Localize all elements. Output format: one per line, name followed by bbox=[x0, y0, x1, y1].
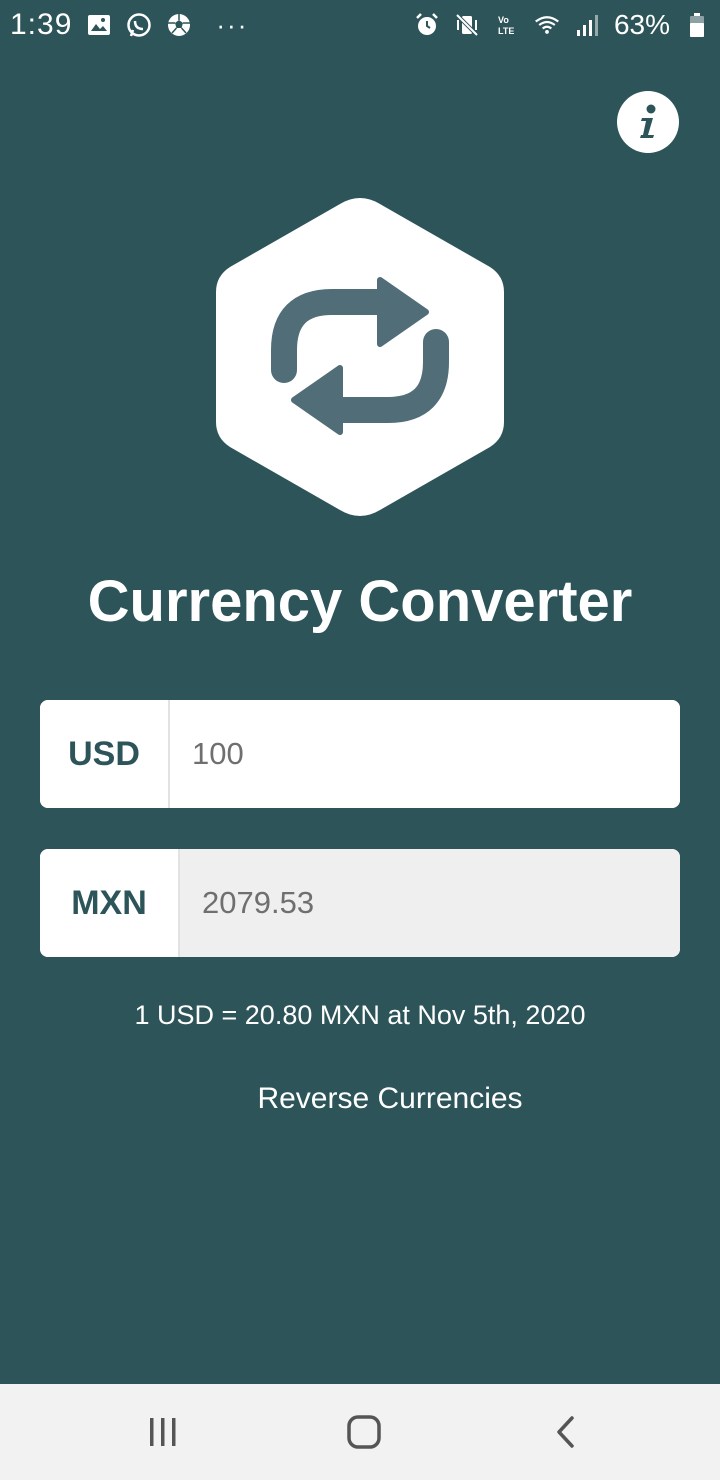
status-left: 1:39 ··· bbox=[10, 8, 248, 42]
from-amount-input[interactable] bbox=[170, 700, 680, 808]
battery-percent: 63% bbox=[613, 9, 670, 40]
reverse-currencies-button[interactable]: Reverse Currencies bbox=[230, 1074, 550, 1124]
more-notifications-icon: ··· bbox=[216, 9, 249, 40]
battery-icon bbox=[684, 12, 710, 38]
volte-icon: Vo LTE bbox=[494, 12, 520, 38]
swap-arrows-icon bbox=[216, 198, 504, 516]
recents-icon bbox=[150, 1418, 176, 1446]
status-right: Vo LTE 63% bbox=[414, 9, 710, 41]
soccer-ball-icon bbox=[166, 12, 192, 38]
to-currency-row: MXN bbox=[40, 849, 680, 957]
home-icon bbox=[347, 1415, 381, 1449]
alarm-icon bbox=[414, 12, 440, 38]
status-time: 1:39 bbox=[10, 8, 73, 41]
svg-text:Vo: Vo bbox=[498, 15, 509, 25]
whatsapp-icon bbox=[126, 12, 152, 38]
info-button[interactable] bbox=[617, 91, 679, 153]
to-currency-selector[interactable]: MXN bbox=[40, 849, 180, 957]
recents-button[interactable] bbox=[133, 1402, 193, 1462]
status-bar: 1:39 ··· Vo LTE 63% bbox=[0, 0, 720, 50]
back-icon bbox=[557, 1416, 574, 1448]
from-currency-selector[interactable]: USD bbox=[40, 700, 170, 808]
gallery-icon bbox=[86, 12, 112, 38]
svg-text:LTE: LTE bbox=[498, 26, 514, 36]
app-title: Currency Converter bbox=[87, 569, 633, 634]
system-nav-bar bbox=[0, 1384, 720, 1480]
from-currency-row: USD bbox=[40, 700, 680, 808]
wifi-icon bbox=[534, 12, 560, 38]
back-button[interactable] bbox=[536, 1402, 596, 1462]
currency-converter-screen: 1:39 ··· Vo LTE 63% Currency Converter U… bbox=[0, 0, 720, 1480]
home-button[interactable] bbox=[334, 1402, 394, 1462]
vibrate-mute-icon bbox=[454, 12, 480, 38]
cell-signal-icon bbox=[574, 12, 600, 38]
app-logo bbox=[212, 192, 508, 522]
to-amount-field bbox=[180, 849, 680, 957]
exchange-rate-text: 1 USD = 20.80 MXN at Nov 5th, 2020 bbox=[134, 1000, 586, 1030]
info-icon bbox=[640, 104, 656, 138]
